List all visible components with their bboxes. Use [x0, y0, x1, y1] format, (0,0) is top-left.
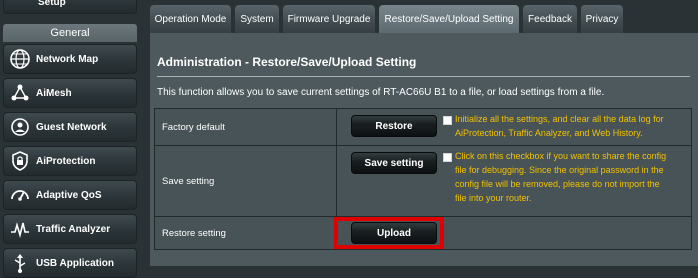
- page-description: This function allows you to save current…: [157, 87, 605, 98]
- sidebar-section-header: General: [3, 24, 137, 42]
- main-panel: Administration - Restore/Save/Upload Set…: [150, 33, 698, 266]
- page-title: Administration - Restore/Save/Upload Set…: [157, 55, 417, 69]
- sidebar-item-usb-application[interactable]: USB Application: [3, 248, 137, 278]
- sidebar-item-label: Guest Network: [36, 121, 107, 133]
- save-setting-note: Click on this checkbox if you want to sh…: [455, 151, 667, 203]
- sidebar-item-label: Network Map: [36, 53, 99, 65]
- factory-default-label: Factory default: [154, 108, 337, 146]
- sidebar: Setup General Network Map AiMesh Guest N…: [0, 0, 140, 278]
- save-setting-checkbox[interactable]: [443, 153, 452, 162]
- table-row: Factory default Restore Initialize all t…: [154, 108, 692, 146]
- restore-button[interactable]: Restore: [351, 115, 437, 137]
- upload-highlight-box: [334, 217, 444, 249]
- sidebar-item-label: Traffic Analyzer: [36, 223, 111, 235]
- tab-privacy[interactable]: Privacy: [581, 5, 623, 33]
- tab-restore-save-upload[interactable]: Restore/Save/Upload Setting: [379, 5, 519, 33]
- sidebar-item-traffic-analyzer[interactable]: Traffic Analyzer: [3, 214, 137, 244]
- network-map-icon: [10, 49, 30, 69]
- tab-operation-mode[interactable]: Operation Mode: [150, 5, 231, 33]
- adaptive-qos-icon: [11, 190, 29, 201]
- sidebar-item-label: AiMesh: [36, 87, 72, 99]
- sidebar-item-setup[interactable]: Setup: [3, 0, 137, 14]
- tab-firmware-upgrade[interactable]: Firmware Upgrade: [283, 5, 375, 33]
- title-divider: [157, 76, 690, 77]
- sidebar-item-label: Adaptive QoS: [36, 189, 102, 201]
- sidebar-item-label: USB Application: [36, 257, 114, 269]
- usb-application-icon: [14, 254, 26, 273]
- sidebar-item-label: AiProtection: [36, 155, 96, 167]
- restore-setting-label: Restore setting: [154, 216, 337, 250]
- factory-default-controls: Restore Initialize all the settings, and…: [336, 108, 692, 146]
- guest-network-icon: [11, 118, 29, 136]
- sidebar-item-label: Setup: [38, 0, 66, 8]
- sidebar-item-network-map[interactable]: Network Map: [3, 44, 137, 74]
- traffic-analyzer-icon: [11, 222, 29, 239]
- save-setting-button[interactable]: Save setting: [351, 152, 437, 174]
- factory-default-note: Initialize all the settings, and clear a…: [455, 114, 664, 138]
- sidebar-item-aiprotection[interactable]: AiProtection: [3, 146, 137, 176]
- save-setting-label: Save setting: [154, 145, 337, 217]
- tab-system[interactable]: System: [235, 5, 279, 33]
- factory-default-checkbox[interactable]: [443, 116, 452, 125]
- aiprotection-icon: [12, 151, 28, 171]
- save-setting-controls: Save setting Click on this checkbox if y…: [336, 145, 692, 217]
- aimesh-icon: [11, 84, 29, 101]
- table-row: Save setting Save setting Click on this …: [154, 145, 692, 217]
- sidebar-item-adaptive-qos[interactable]: Adaptive QoS: [3, 180, 137, 210]
- sidebar-item-guest-network[interactable]: Guest Network: [3, 112, 137, 142]
- sidebar-item-aimesh[interactable]: AiMesh: [3, 78, 137, 108]
- tab-feedback[interactable]: Feedback: [523, 5, 577, 33]
